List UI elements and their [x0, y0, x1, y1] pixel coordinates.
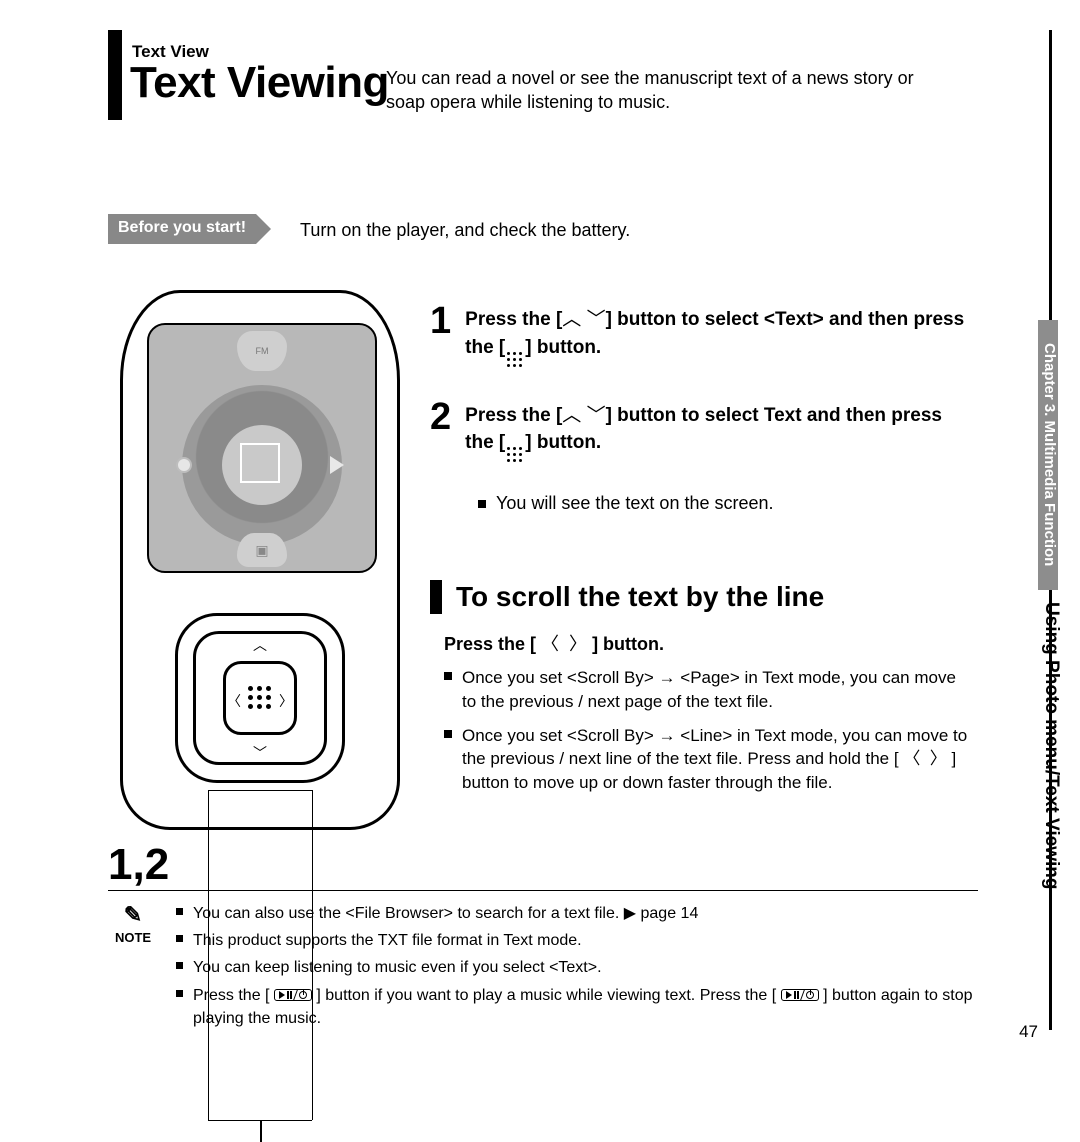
callout-line — [260, 1120, 262, 1142]
text-file-icon — [244, 447, 280, 483]
section-body: Press the [ 〈 〉 ] button. Once you set <… — [444, 630, 974, 805]
chevron-right-icon: 〉 — [279, 691, 293, 711]
square-bullet-icon — [176, 990, 183, 997]
note-block: ✎ NOTE You can also use the <File Browse… — [108, 902, 978, 1034]
before-you-start-text: Turn on the player, and check the batter… — [300, 220, 630, 241]
step-2-sub: You will see the text on the screen. — [478, 493, 970, 514]
note-divider — [108, 890, 978, 891]
bottom-tab-icon: ▣ — [237, 533, 287, 567]
section-accent-bar — [430, 580, 442, 614]
square-bullet-icon — [176, 962, 183, 969]
callout-line — [208, 790, 312, 791]
play-pause-power-icon — [274, 989, 312, 1001]
before-you-start-tag: Before you start! — [108, 214, 256, 244]
chevron-down-icon: ﹀ — [253, 743, 267, 763]
pencil-icon: ✎ — [124, 902, 142, 928]
title-accent-bar — [108, 30, 122, 120]
bullet-page: Once you set <Scroll By> → <Page> in Tex… — [444, 666, 974, 714]
bullet-line: Once you set <Scroll By> → <Line> in Tex… — [444, 724, 974, 795]
square-bullet-icon — [176, 935, 183, 942]
square-bullet-icon — [444, 672, 452, 680]
page-title: Text Viewing — [130, 58, 389, 108]
step-2: 2 Press the [︿ ﹀] button to select Text … — [430, 398, 970, 464]
step-1: 1 Press the [︿ ﹀] button to select <Text… — [430, 302, 970, 368]
intro-text: You can read a novel or see the manuscri… — [386, 66, 956, 115]
device-illustration: FM ▣ ︿ ﹀ 〈 〉 — [120, 290, 405, 830]
hub-dot-icon — [178, 459, 190, 471]
chevron-left-icon: 〈 — [227, 691, 241, 711]
note-list: You can also use the <File Browser> to s… — [176, 902, 978, 1034]
page-number: 47 — [1019, 1022, 1038, 1042]
square-bullet-icon — [444, 730, 452, 738]
play-icon — [330, 456, 344, 474]
step-list: 1 Press the [︿ ﹀] button to select <Text… — [430, 302, 970, 514]
section-heading: To scroll the text by the line — [430, 580, 824, 614]
device-screen: FM ▣ — [147, 323, 377, 573]
note-icon: ✎ NOTE — [108, 902, 158, 1034]
side-title: Using Photo menu/Text Viewing — [1040, 602, 1062, 890]
chapter-label: Chapter 3. Multimedia Function — [1041, 328, 1058, 582]
section-lead: Press the [ 〈 〉 ] button. — [444, 630, 974, 656]
square-bullet-icon — [478, 500, 486, 508]
side-column: Chapter 3. Multimedia Function Using Pho… — [1020, 30, 1080, 1050]
step-1-text: Press the [︿ ﹀] button to select <Text> … — [465, 306, 970, 368]
square-bullet-icon — [176, 908, 183, 915]
play-pause-power-icon — [781, 989, 819, 1001]
step-2-text: Press the [︿ ﹀] button to select Text an… — [465, 402, 970, 464]
chevron-up-icon: ︿ — [253, 635, 267, 655]
step-reference-label: 1,2 — [108, 840, 169, 890]
menu-hub — [182, 385, 342, 545]
fm-icon: FM — [237, 331, 287, 371]
